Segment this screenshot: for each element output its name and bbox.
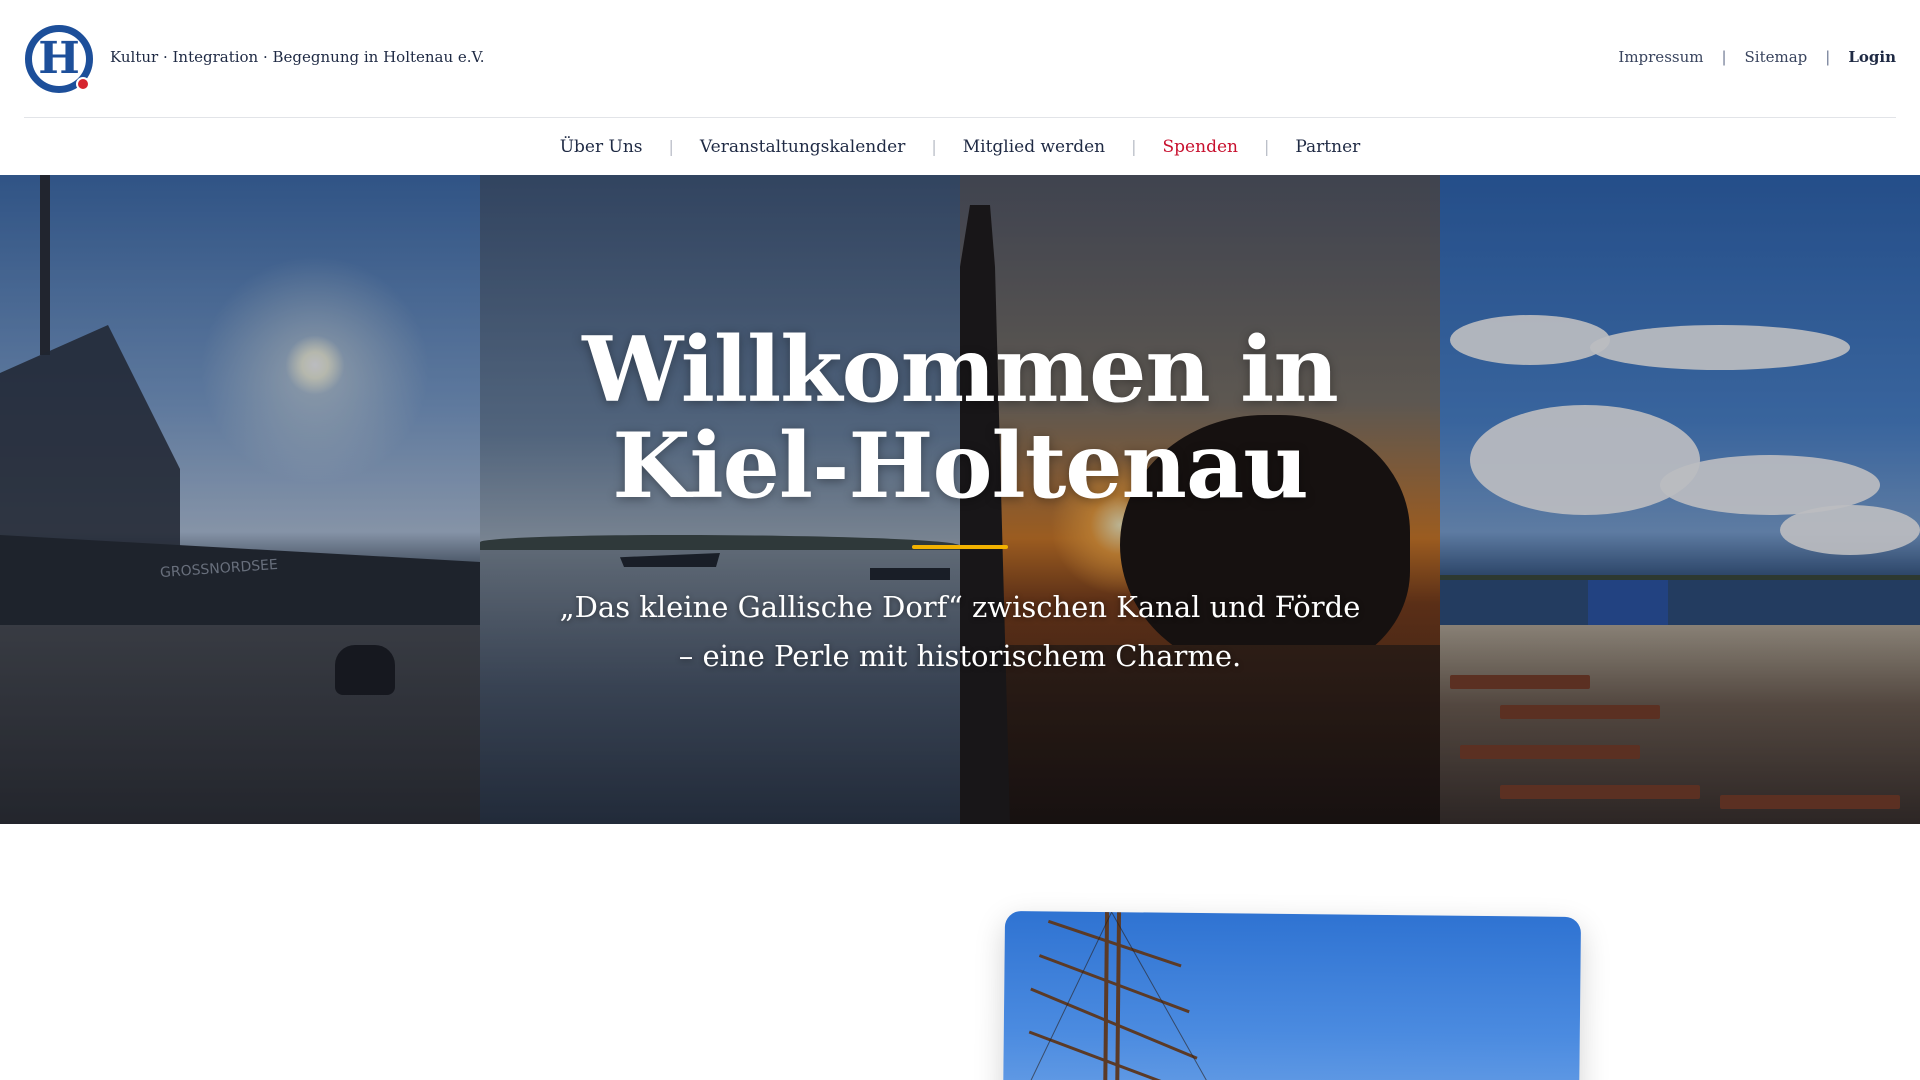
nav-separator: | (931, 137, 937, 156)
tall-ship-photo-card (1002, 910, 1582, 1080)
rigging-line (1111, 911, 1230, 1080)
hero-subtitle-line-1: „Das kleine Gallische Dorf“ zwischen Kan… (559, 590, 1361, 624)
impressum-link[interactable]: Impressum (1618, 48, 1703, 66)
nav-separator: | (1131, 137, 1137, 156)
ship-yard (1030, 987, 1198, 1060)
site-header: H Kultur · Integration · Begegnung in Ho… (24, 0, 1896, 118)
nav-item-partner[interactable]: Partner (1295, 137, 1360, 157)
hero-banner: GROSSNORDSEE Willkommen in Kiel-Holtenau… (0, 175, 1920, 824)
hero-title-line-1: Willkommen in (582, 317, 1339, 423)
organization-name[interactable]: Kultur · Integration · Begegnung in Holt… (110, 48, 485, 66)
logo-badge-icon (76, 77, 90, 91)
ship-mast (1114, 912, 1122, 1080)
hero-subtitle-line-2: – eine Perle mit historischem Charme. (678, 639, 1242, 673)
util-separator: | (1721, 48, 1727, 66)
nav-item-mitglied-werden[interactable]: Mitglied werden (963, 137, 1105, 157)
utility-nav: Impressum | Sitemap | Login (1618, 48, 1896, 66)
hero-accent-rule (912, 545, 1008, 549)
ship-mast (1102, 912, 1110, 1080)
nav-item-spenden[interactable]: Spenden (1163, 137, 1238, 157)
util-separator: | (1825, 48, 1831, 66)
nav-separator: | (1263, 137, 1270, 156)
nav-separator: | (668, 137, 674, 156)
login-link[interactable]: Login (1848, 48, 1896, 66)
nav-item-veranstaltungskalender[interactable]: Veranstaltungskalender (700, 137, 905, 157)
hero-title: Willkommen in Kiel-Holtenau (460, 322, 1460, 514)
hero-title-line-2: Kiel-Holtenau (612, 413, 1308, 519)
hero-content: Willkommen in Kiel-Holtenau „Das kleine … (0, 175, 1920, 824)
ship-yard (1047, 919, 1182, 968)
nav-item-ueber-uns[interactable]: Über Uns (560, 137, 643, 157)
ship-yard (1028, 1030, 1199, 1080)
logo-letter: H (38, 33, 80, 84)
main-nav: Über Uns | Veranstaltungskalender | Mitg… (0, 118, 1920, 175)
sitemap-link[interactable]: Sitemap (1745, 48, 1808, 66)
site-logo[interactable]: H (25, 25, 93, 93)
hero-subtitle: „Das kleine Gallische Dorf“ zwischen Kan… (460, 583, 1460, 681)
